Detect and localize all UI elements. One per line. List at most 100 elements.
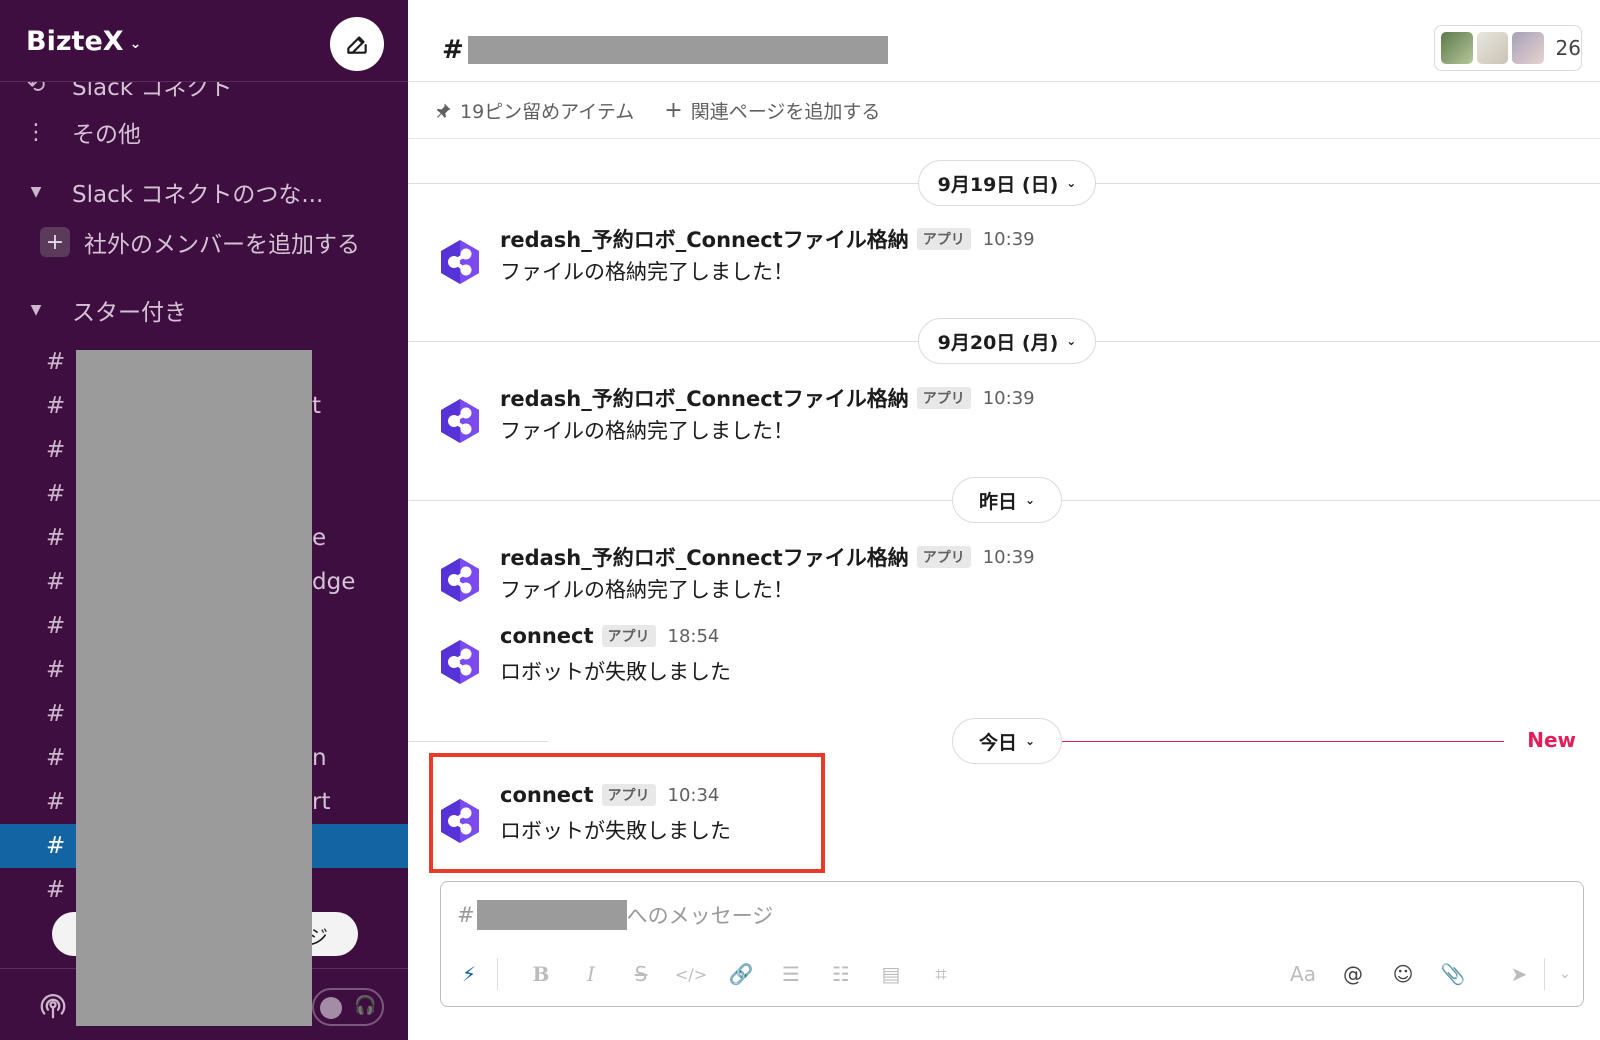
date-label: 9月19日 (日) xyxy=(937,173,1059,196)
italic-icon[interactable]: I xyxy=(566,962,616,986)
channel-title[interactable]: # xyxy=(442,35,888,65)
date-pill-yesterday[interactable]: 昨日 ⌄ xyxy=(952,477,1062,523)
channel-name: n xyxy=(312,745,327,771)
date-label: 9月20日 (月) xyxy=(937,331,1059,354)
workspace-switcher[interactable]: BizteX ⌄ xyxy=(26,26,141,57)
sender-name[interactable]: connect xyxy=(500,624,594,648)
timestamp[interactable]: 10:39 xyxy=(983,547,1035,568)
message-composer[interactable]: # へのメッセージ ⚡ B I S </> 🔗 ☰ ☷ ▤ ⌗ Aa @ ☺ 📎… xyxy=(440,881,1584,1007)
new-messages-label: New xyxy=(1527,728,1576,752)
message-text: ファイルの格納完了しました！ xyxy=(500,419,794,443)
plus-icon: + xyxy=(40,227,70,257)
ordered-list-icon[interactable]: ☰ xyxy=(766,962,816,986)
highlight-annotation-box xyxy=(429,753,825,873)
sender-name[interactable]: redash_予約ロボ_Connectファイル格納 xyxy=(500,542,909,572)
shortcuts-lightning-icon[interactable]: ⚡ xyxy=(441,962,497,986)
add-page-button[interactable]: + 関連ページを追加する xyxy=(664,97,880,124)
sidebar-item-label: その他 xyxy=(72,122,141,148)
message[interactable]: redash_予約ロボ_Connectファイル格納 アプリ 10:39 ファイル… xyxy=(436,542,1336,614)
section-label: スター付き xyxy=(72,300,187,326)
sender-name[interactable]: redash_予約ロボ_Connectファイル格納 xyxy=(500,383,909,413)
member-count: 26 xyxy=(1555,36,1581,60)
new-messages-line xyxy=(1058,741,1504,742)
message[interactable]: connect アプリ 18:54 ロボットが失敗しました xyxy=(436,624,1336,696)
timestamp[interactable]: 10:39 xyxy=(983,229,1035,250)
pinned-items-button[interactable]: 19ピン留めアイテム xyxy=(434,97,634,124)
strikethrough-icon[interactable]: S xyxy=(616,962,666,986)
add-external-members[interactable]: + 社外のメンバーを追加する xyxy=(0,222,408,262)
toolbar-divider xyxy=(497,958,498,990)
date-pill-today[interactable]: 今日 ⌄ xyxy=(952,718,1062,764)
redacted-channel-names xyxy=(76,350,312,1026)
timestamp[interactable]: 10:39 xyxy=(983,388,1035,409)
emoji-icon[interactable]: ☺ xyxy=(1378,962,1428,986)
bullet-list-icon[interactable]: ☷ xyxy=(816,962,866,986)
date-pill-sep20[interactable]: 9月20日 (月) ⌄ xyxy=(918,318,1096,364)
blockquote-icon[interactable]: ▤ xyxy=(866,962,916,986)
add-external-label: 社外のメンバーを追加する xyxy=(84,232,360,258)
date-label: 今日 xyxy=(978,731,1017,754)
caret-down-icon: ▼ xyxy=(30,184,42,200)
timestamp[interactable]: 18:54 xyxy=(668,626,720,647)
code-block-icon[interactable]: ⌗ xyxy=(916,962,966,986)
message-header: redash_予約ロボ_Connectファイル格納 アプリ 10:39 xyxy=(500,224,1035,254)
section-slack-connect[interactable]: ▼ Slack コネクトのつな... xyxy=(0,172,408,212)
message-header: redash_予約ロボ_Connectファイル格納 アプリ 10:39 xyxy=(500,383,1035,413)
main-pane: # 26 19ピン留めアイテム + 関連ページを追加する 9月19日 (日) ⌄ xyxy=(408,0,1600,1040)
avatar xyxy=(1476,32,1509,64)
code-icon[interactable]: </> xyxy=(666,965,716,984)
attachment-icon[interactable]: 📎 xyxy=(1428,962,1478,986)
redacted-channel-name xyxy=(467,36,888,64)
add-page-label: 関連ページを追加する xyxy=(690,101,881,123)
connect-app-icon xyxy=(441,399,479,443)
message-text: ファイルの格納完了しました！ xyxy=(500,260,794,284)
message-text: ファイルの格納完了しました！ xyxy=(500,578,794,602)
mention-icon[interactable]: @ xyxy=(1328,962,1378,986)
member-list-button[interactable]: 26 xyxy=(1434,25,1582,71)
app-badge: アプリ xyxy=(916,387,971,409)
sidebar-item-more[interactable]: ⋮ その他 xyxy=(0,112,408,152)
headphones-icon: 🎧 xyxy=(354,995,377,1016)
channel-name: e xyxy=(312,525,327,551)
section-starred[interactable]: ▼ スター付き xyxy=(0,290,408,330)
caret-down-icon: ▼ xyxy=(30,302,42,318)
connect-app-icon xyxy=(441,558,479,602)
plus-icon: + xyxy=(664,98,683,123)
section-label: Slack コネクトのつな... xyxy=(72,182,324,208)
compose-icon xyxy=(347,36,367,54)
redacted-channel-name xyxy=(476,900,627,930)
pin-icon xyxy=(437,103,451,118)
formatting-toolbar: ⚡ B I S </> 🔗 ☰ ☷ ▤ ⌗ Aa @ ☺ 📎 ➤ ⌄ xyxy=(441,954,1585,994)
channel-name: dge xyxy=(312,569,356,595)
message[interactable]: redash_予約ロボ_Connectファイル格納 アプリ 10:39 ファイル… xyxy=(436,224,1336,296)
hash-icon: # xyxy=(442,35,464,65)
message-header: redash_予約ロボ_Connectファイル格納 アプリ 10:39 xyxy=(500,542,1035,572)
broadcast-icon[interactable] xyxy=(38,991,68,1021)
hash-icon: # xyxy=(457,903,475,927)
chevron-down-icon: ⌄ xyxy=(1024,493,1036,507)
connect-app-icon xyxy=(441,640,479,684)
app-badge: アプリ xyxy=(601,625,656,647)
chevron-down-icon: ⌄ xyxy=(1066,176,1077,190)
avatar xyxy=(1441,32,1473,64)
bold-icon[interactable]: B xyxy=(516,962,566,986)
app-badge: アプリ xyxy=(916,546,971,568)
link-icon[interactable]: 🔗 xyxy=(716,962,766,986)
text-format-toggle[interactable]: Aa xyxy=(1278,962,1328,986)
bookmarks-bar: 19ピン留めアイテム + 関連ページを追加する xyxy=(408,83,1600,139)
pinned-items-label: 19ピン留めアイテム xyxy=(460,101,635,123)
date-label: 昨日 xyxy=(978,490,1017,513)
huddle-toggle[interactable]: 🎧 xyxy=(312,988,384,1026)
sender-name[interactable]: redash_予約ロボ_Connectファイル格納 xyxy=(500,224,909,254)
message[interactable]: redash_予約ロボ_Connectファイル格納 アプリ 10:39 ファイル… xyxy=(436,383,1336,455)
message-input[interactable]: # へのメッセージ xyxy=(457,900,773,930)
send-options-chevron-icon[interactable]: ⌄ xyxy=(1545,966,1585,982)
send-icon[interactable]: ➤ xyxy=(1494,962,1544,986)
more-vertical-icon: ⋮ xyxy=(25,119,47,145)
app-badge: アプリ xyxy=(916,228,971,250)
date-pill-sep19[interactable]: 9月19日 (日) ⌄ xyxy=(918,160,1096,206)
chevron-down-icon: ⌄ xyxy=(129,35,142,52)
compose-button[interactable] xyxy=(330,17,384,71)
placeholder-text: へのメッセージ xyxy=(626,904,774,928)
channel-name: t xyxy=(312,393,322,419)
